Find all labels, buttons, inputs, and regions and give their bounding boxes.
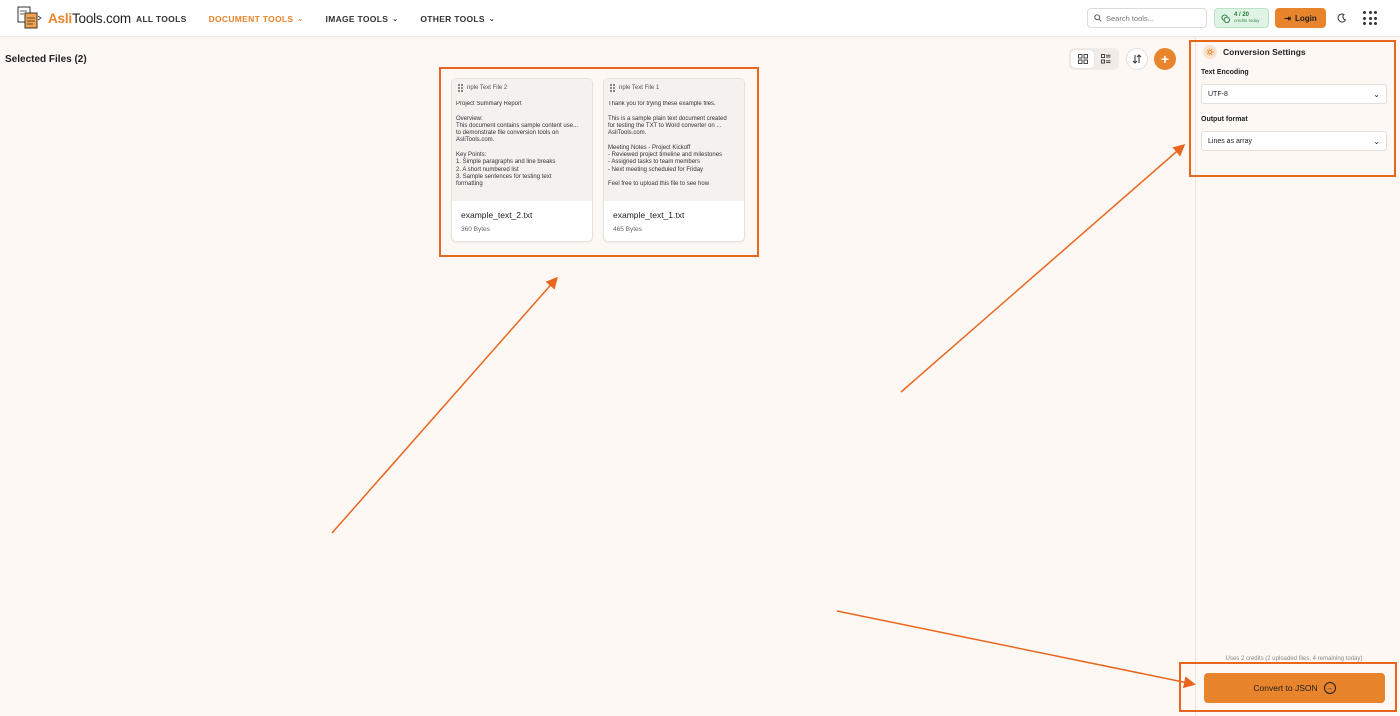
search-icon [1094,14,1102,22]
login-button[interactable]: ⇥ Login [1275,8,1326,28]
chevron-down-icon: ⌄ [392,15,399,23]
top-header: AsliTools.com ALL TOOLS DOCUMENT TOOLS ⌄ … [0,0,1400,37]
logo-text: AsliTools.com [48,11,131,26]
nav-other-tools[interactable]: OTHER TOOLS ⌄ [420,14,495,24]
annotation-arrow [900,144,1186,393]
logo-brand: Asli [48,10,72,26]
annotation-box-convert [1179,662,1397,712]
nav-label: ALL TOOLS [136,13,187,24]
nav-label: IMAGE TOOLS [325,13,389,24]
chevron-down-icon: ⌄ [488,15,496,23]
nav-label: OTHER TOOLS [420,13,485,24]
credits-text: 4 / 20 credits today [1234,12,1260,24]
search-input[interactable] [1106,13,1201,23]
nav-image-tools[interactable]: IMAGE TOOLS ⌄ [326,14,399,24]
login-label: Login [1294,13,1317,23]
annotation-box-settings [1189,40,1396,177]
grid-view-button[interactable] [1071,50,1094,68]
nav-all-tools[interactable]: ALL TOOLS [136,14,187,24]
login-icon: ⇥ [1284,13,1291,23]
coins-icon [1221,13,1230,23]
document-logo-icon [17,6,42,29]
annotation-box-files [439,67,759,257]
credits-badge[interactable]: 4 / 20 credits today [1214,8,1269,28]
sort-button[interactable] [1126,48,1148,70]
selected-files-title: Selected Files (2) [5,54,87,65]
view-toggle [1069,48,1119,70]
dark-mode-toggle-icon[interactable] [1336,12,1348,24]
add-file-button[interactable]: + [1154,48,1176,70]
sort-icon [1132,54,1142,64]
apps-grid-icon[interactable] [1363,11,1377,25]
chevron-down-icon: ⌄ [297,15,304,23]
main-nav: ALL TOOLS DOCUMENT TOOLS ⌄ IMAGE TOOLS ⌄ O… [136,0,517,37]
nav-document-tools[interactable]: DOCUMENT TOOLS ⌄ [209,14,304,24]
credits-label: credits today [1234,18,1260,23]
logo-domain: Tools.com [71,10,131,26]
list-icon [1100,54,1110,64]
list-view-button[interactable] [1094,50,1117,68]
grid-icon [1077,54,1088,64]
annotation-arrow [331,276,558,534]
annotation-arrow [836,610,1196,689]
site-logo[interactable]: AsliTools.com [16,6,131,30]
plus-icon: + [1160,51,1170,67]
nav-label: DOCUMENT TOOLS [208,13,294,24]
search-box[interactable] [1087,8,1207,28]
